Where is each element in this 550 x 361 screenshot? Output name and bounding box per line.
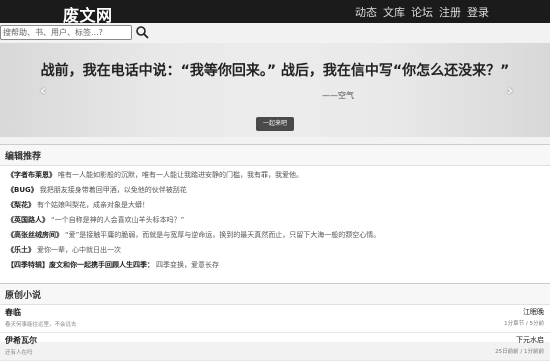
novel-author[interactable]: 江眠晚 (523, 307, 544, 317)
nav-forum[interactable]: 论坛 (410, 4, 434, 20)
rec-desc: 爱你一辈，心中就日出一次 (37, 246, 121, 254)
novel-title[interactable]: 春临 (5, 307, 21, 318)
recommend-heading: 编辑推荐 (0, 145, 550, 166)
hero-quote-author: ——空气 (322, 91, 354, 100)
rec-title[interactable]: 《字者布莱恩》 (7, 171, 56, 179)
hero-join-button[interactable]: 一起来吧 (256, 117, 294, 131)
list-item[interactable]: 《英国路人》 “一个自称是神的人会喜欢山羊头标本吗？” (0, 213, 550, 228)
hero-quote: 战前，我在电话中说：“我等你回来。” 战后，我在信中写“你怎么还没来？” (40, 63, 510, 79)
rec-title[interactable]: 《梨花》 (7, 201, 35, 209)
nav-register[interactable]: 注册 (438, 4, 462, 20)
search-input[interactable] (0, 25, 132, 40)
novel-stats: 1分章节 / 5分前 (504, 321, 544, 327)
hero-carousel: 战前，我在电话中说：“我等你回来。” 战后，我在信中写“你怎么还没来？” ——空… (0, 43, 550, 137)
list-item[interactable]: 《高张丝绒房间》 “爱”是接触平庸的脆弱，而就是与宽厚与逆命运，换到的最天真然而止… (0, 228, 550, 243)
rec-desc: 我把朋友接身带着回甲酒，以免他的伙伴被刮花 (39, 186, 187, 194)
list-item[interactable]: 《乐土》 爱你一辈，心中就日出一次 (0, 243, 550, 258)
rec-title[interactable]: 【四季特辑】废文和你一起携手回顾人生四季： (7, 261, 154, 269)
list-item[interactable]: 【四季特辑】废文和你一起携手回顾人生四季： 四季变换，爱意长存 (0, 258, 550, 273)
editor-recommend-panel: 编辑推荐 《字者布莱恩》 唯有一人能如影般的沉默，唯有一人能让我踏进安静的门槛，我… (0, 144, 550, 284)
rec-desc: 唯有一人能如影般的沉默，唯有一人能让我踏进安静的门槛，我有罪，我爱他。 (58, 171, 303, 179)
main-nav: 动态 文库 论坛 注册 登录 (354, 4, 490, 20)
rec-title[interactable]: 《BUG》 (7, 186, 38, 194)
site-logo[interactable]: 废文网 (63, 2, 113, 26)
rec-desc: “一个自称是神的人会喜欢山羊头标本吗？” (51, 216, 185, 224)
table-row[interactable]: 春临 春天何事能往远里，不会远去 江眠晚 1分章节 / 5分前 (0, 305, 550, 333)
rec-desc: “爱”是接触平庸的脆弱，而就是与宽厚与逆命运，换到的最天真然而止，只留下大海一般… (65, 231, 381, 239)
top-navbar: 废文网 动态 文库 论坛 注册 登录 (0, 0, 550, 26)
rec-desc: 四季变换，爱意长存 (156, 261, 219, 269)
carousel-next-icon[interactable]: › (503, 84, 517, 98)
novel-desc: 春天何事能往远里，不会远去 (5, 322, 77, 328)
carousel-prev-icon[interactable]: ‹ (36, 84, 50, 98)
list-item[interactable]: 《梨花》 有个姑娘叫梨花，成亲对象是大蟒！ (0, 198, 550, 213)
table-row[interactable]: 伊希瓦尔 还有人在吗 下元水启 25日前前 / 1分前前 (0, 333, 550, 361)
list-item[interactable]: 《BUG》 我把朋友接身带着回甲酒，以免他的伙伴被刮花 (0, 183, 550, 198)
recommend-list: 《字者布莱恩》 唯有一人能如影般的沉默，唯有一人能让我踏进安静的门槛，我有罪，我爱… (0, 166, 550, 273)
original-novels-panel: 原创小说 春临 春天何事能往远里，不会远去 江眠晚 1分章节 / 5分前 伊希瓦… (0, 283, 550, 361)
rec-title[interactable]: 《高张丝绒房间》 (7, 231, 63, 239)
rec-desc: 有个姑娘叫梨花，成亲对象是大蟒！ (37, 201, 149, 209)
novel-stats: 25日前前 / 1分前前 (495, 349, 544, 355)
novel-desc: 还有人在吗 (5, 350, 33, 356)
search-icon[interactable] (135, 25, 149, 39)
nav-library[interactable]: 文库 (382, 4, 406, 20)
rec-title[interactable]: 《英国路人》 (7, 216, 49, 224)
list-item[interactable]: 《字者布莱恩》 唯有一人能如影般的沉默，唯有一人能让我踏进安静的门槛，我有罪，我爱… (0, 168, 550, 183)
novel-author[interactable]: 下元水启 (516, 335, 544, 345)
nav-login[interactable]: 登录 (466, 4, 490, 20)
novels-heading: 原创小说 (0, 284, 550, 305)
nav-activity[interactable]: 动态 (354, 4, 378, 20)
rec-title[interactable]: 《乐土》 (7, 246, 35, 254)
